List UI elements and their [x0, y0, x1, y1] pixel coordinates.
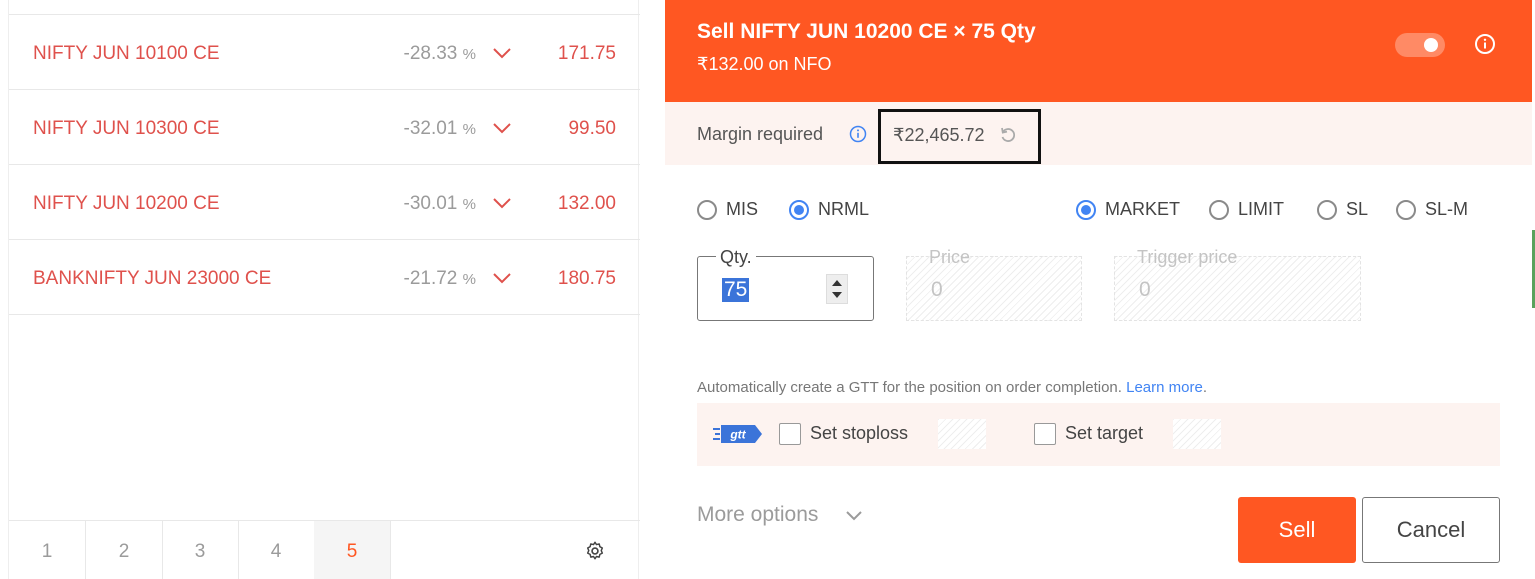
price-input: 0: [931, 278, 943, 301]
sell-button[interactable]: Sell: [1238, 497, 1356, 563]
change-percent: -28.33 %: [403, 43, 477, 64]
watchlist-panel: NIFTY JUN 10100 CE -28.33 % 171.75 NIFTY…: [8, 0, 640, 579]
margin-bar: Margin required ₹22,465.72: [665, 102, 1532, 165]
radio-label: MARKET: [1105, 199, 1181, 219]
order-header: Sell NIFTY JUN 10200 CE × 75 Qty ₹132.00…: [665, 0, 1532, 102]
radio-circle[interactable]: [1209, 200, 1229, 220]
gtt-bar: gtt Set stoploss Set target: [697, 403, 1500, 466]
order-title: Sell NIFTY JUN 10200 CE × 75 Qty: [697, 20, 1036, 43]
margin-highlight-box: ₹22,465.72: [878, 109, 1041, 164]
stoploss-checkbox[interactable]: [779, 423, 801, 445]
trigger-price-label: Trigger price: [1137, 247, 1238, 267]
last-price: 180.75: [557, 268, 616, 289]
chevron-down-icon: [493, 198, 511, 209]
stepper-up-icon[interactable]: [832, 280, 842, 286]
learn-more-link[interactable]: Learn more: [1126, 379, 1203, 396]
stoploss-label: Set stoploss: [810, 423, 909, 443]
refresh-icon[interactable]: [998, 125, 1018, 145]
change-percent: -21.72 %: [403, 268, 477, 289]
price-label: Price: [929, 247, 971, 267]
chevron-down-icon: [493, 273, 511, 284]
toggle-knob: [1424, 38, 1438, 52]
watchlist-row[interactable]: NIFTY JUN 10100 CE -28.33 % 171.75: [9, 15, 640, 90]
last-price: 132.00: [557, 193, 616, 214]
target-checkbox[interactable]: [1034, 423, 1056, 445]
gtt-note: Automatically create a GTT for the posit…: [697, 379, 1207, 396]
radio-circle[interactable]: [789, 200, 809, 220]
margin-value: ₹22,465.72: [893, 125, 985, 145]
page-tab-4[interactable]: 4: [238, 521, 315, 579]
change-percent: -32.01 %: [403, 118, 477, 139]
page-tab-2[interactable]: 2: [86, 521, 163, 579]
chevron-down-icon: [493, 48, 511, 59]
chevron-down-icon: [493, 123, 511, 134]
instrument-symbol: NIFTY JUN 10300 CE: [33, 118, 220, 139]
watchlist-row[interactable]: NIFTY JUN 10300 CE -32.01 % 99.50: [9, 90, 640, 165]
radio-label: SL: [1346, 199, 1369, 219]
radio-label: MIS: [726, 199, 759, 219]
change-percent: -30.01 %: [403, 193, 477, 214]
watchlist-row[interactable]: BANKNIFTY JUN 23000 CE -21.72 % 180.75: [9, 240, 640, 315]
radio-circle[interactable]: [1076, 200, 1096, 220]
trigger-price-field: Trigger price 0: [1114, 247, 1361, 321]
page-tab-1[interactable]: 1: [9, 521, 86, 579]
quantity-stepper[interactable]: [826, 274, 848, 304]
radio-label: NRML: [818, 199, 870, 219]
radio-circle[interactable]: [697, 200, 717, 220]
stoploss-value-field: [938, 419, 986, 449]
radio-circle[interactable]: [1396, 200, 1416, 220]
quantity-field[interactable]: Qty. 75: [697, 247, 874, 321]
quantity-input[interactable]: 75: [722, 278, 750, 302]
last-price: 99.50: [568, 118, 616, 139]
watchlist-pager: 1 2 3 4 5: [9, 520, 640, 579]
page-tab-5[interactable]: 5: [314, 521, 391, 579]
price-field: Price 0: [906, 247, 1082, 321]
stepper-down-icon[interactable]: [832, 292, 842, 298]
page-tab-3[interactable]: 3: [162, 521, 239, 579]
chevron-down-icon[interactable]: [845, 507, 863, 525]
more-options-link[interactable]: More options: [697, 503, 818, 527]
trigger-price-input: 0: [1139, 278, 1151, 301]
buy-sell-toggle[interactable]: [1395, 33, 1445, 57]
target-label: Set target: [1065, 423, 1144, 443]
target-value-field: [1173, 419, 1221, 449]
watchlist-row[interactable]: NIFTY JUN 10200 CE -30.01 % 132.00: [9, 165, 640, 240]
info-icon[interactable]: [1474, 33, 1496, 55]
gtt-logo-icon: gtt: [713, 425, 762, 443]
order-subtitle: ₹132.00 on NFO: [697, 54, 832, 74]
instrument-symbol: BANKNIFTY JUN 23000 CE: [33, 268, 272, 289]
radio-label: SL-M: [1425, 199, 1469, 219]
instrument-symbol: NIFTY JUN 10100 CE: [33, 43, 220, 64]
order-window: Sell NIFTY JUN 10200 CE × 75 Qty ₹132.00…: [665, 0, 1532, 579]
instrument-symbol: NIFTY JUN 10200 CE: [33, 193, 220, 214]
gtt-note-text: Automatically create a GTT for the posit…: [697, 379, 1122, 396]
info-icon[interactable]: [849, 125, 867, 143]
radio-label: LIMIT: [1238, 199, 1285, 219]
margin-label: Margin required: [697, 124, 824, 144]
last-price: 171.75: [557, 43, 616, 64]
cancel-button[interactable]: Cancel: [1362, 497, 1500, 563]
gtt-logo-text: gtt: [729, 428, 746, 442]
quantity-label: Qty.: [716, 247, 756, 268]
radio-circle[interactable]: [1317, 200, 1337, 220]
gear-icon[interactable]: [584, 540, 606, 562]
